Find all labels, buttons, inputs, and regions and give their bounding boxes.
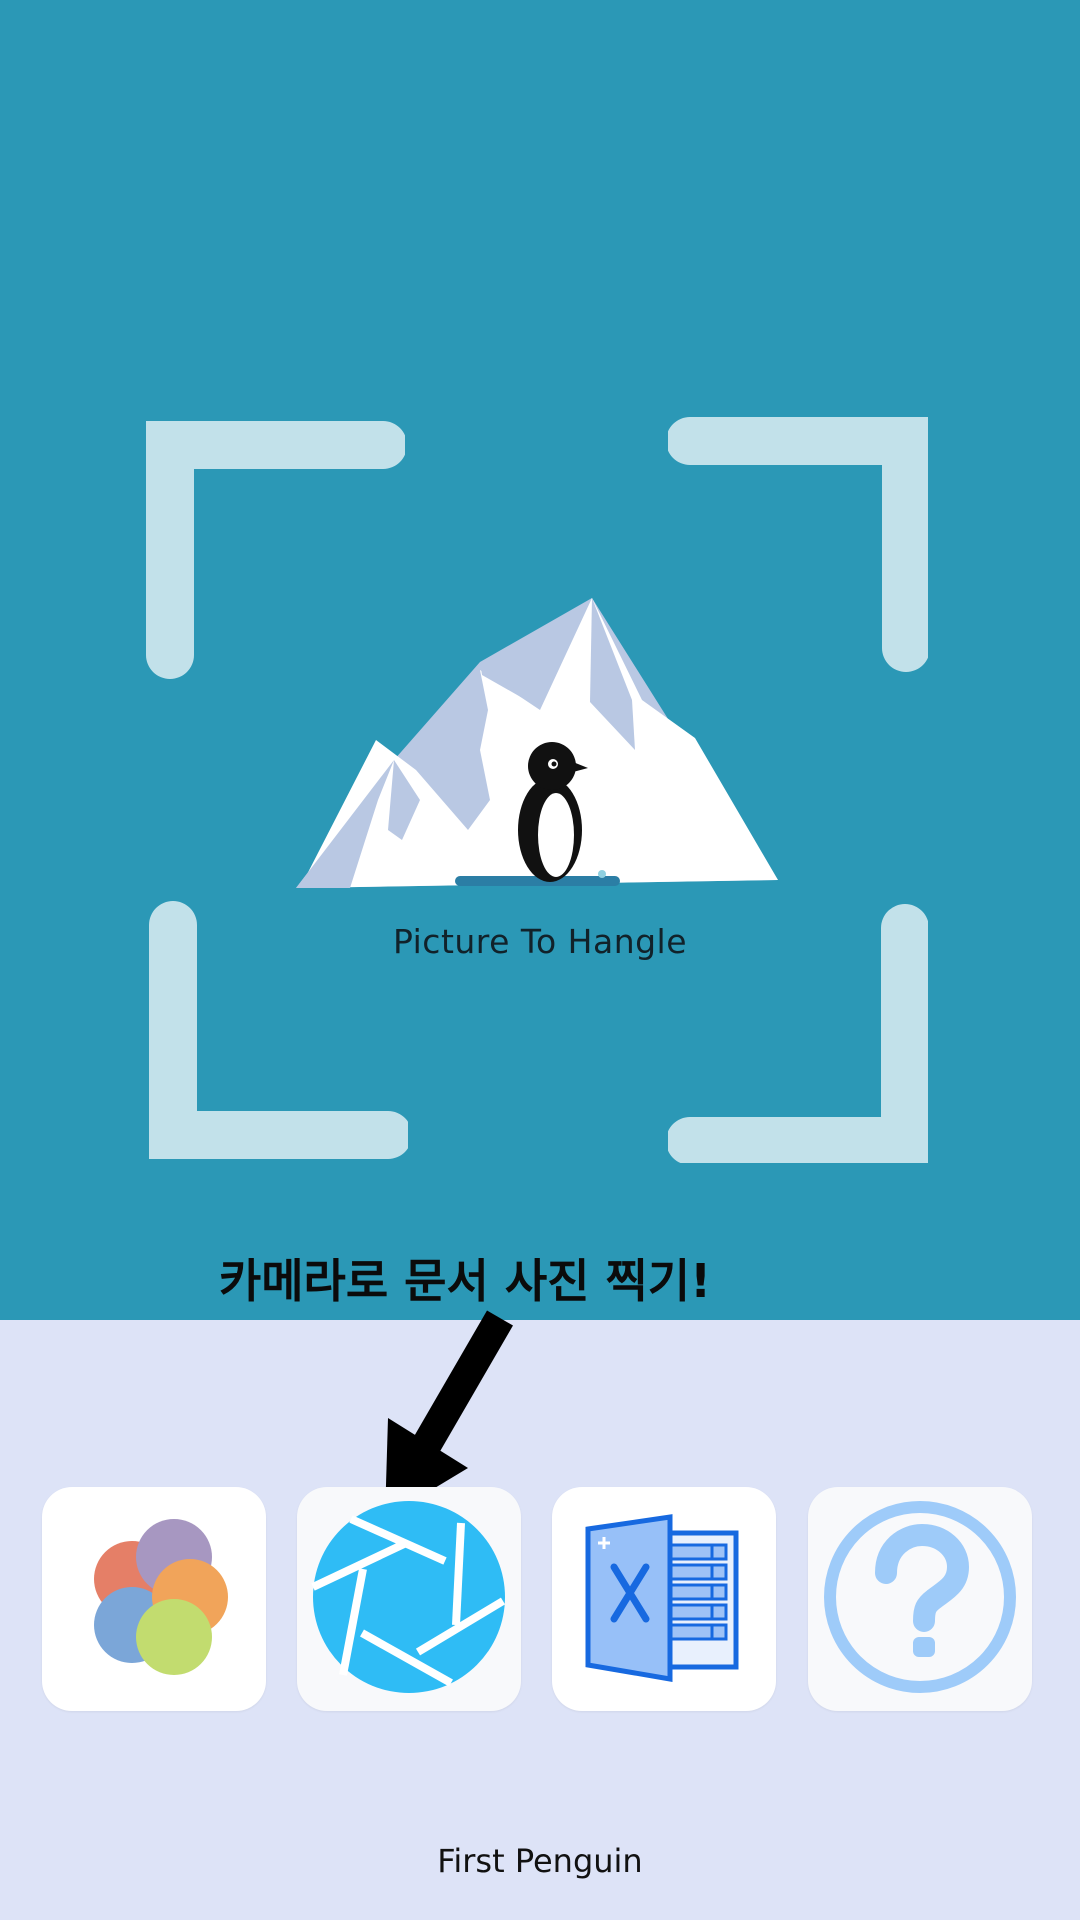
excel-icon [574, 1507, 754, 1691]
gallery-icon [64, 1507, 244, 1691]
camera-button[interactable] [297, 1487, 521, 1711]
footer-brand: First Penguin [437, 1842, 643, 1880]
camera-shutter-icon [311, 1499, 507, 1699]
camera-hint-text: 카메라로 문서 사진 찍기! [218, 1254, 712, 1308]
app-screen: Picture To Hangle 카메라로 문서 사진 찍기! First P… [0, 0, 1080, 1920]
excel-button[interactable] [552, 1487, 776, 1711]
help-button[interactable] [808, 1487, 1032, 1711]
camera-frame-panel: Picture To Hangle 카메라로 문서 사진 찍기! [0, 0, 1080, 1320]
action-toolbar [42, 1487, 1042, 1711]
help-icon [820, 1497, 1020, 1701]
gallery-button[interactable] [42, 1487, 266, 1711]
app-title: Picture To Hangle [392, 922, 688, 961]
penguin-iceberg-logo [290, 590, 790, 890]
